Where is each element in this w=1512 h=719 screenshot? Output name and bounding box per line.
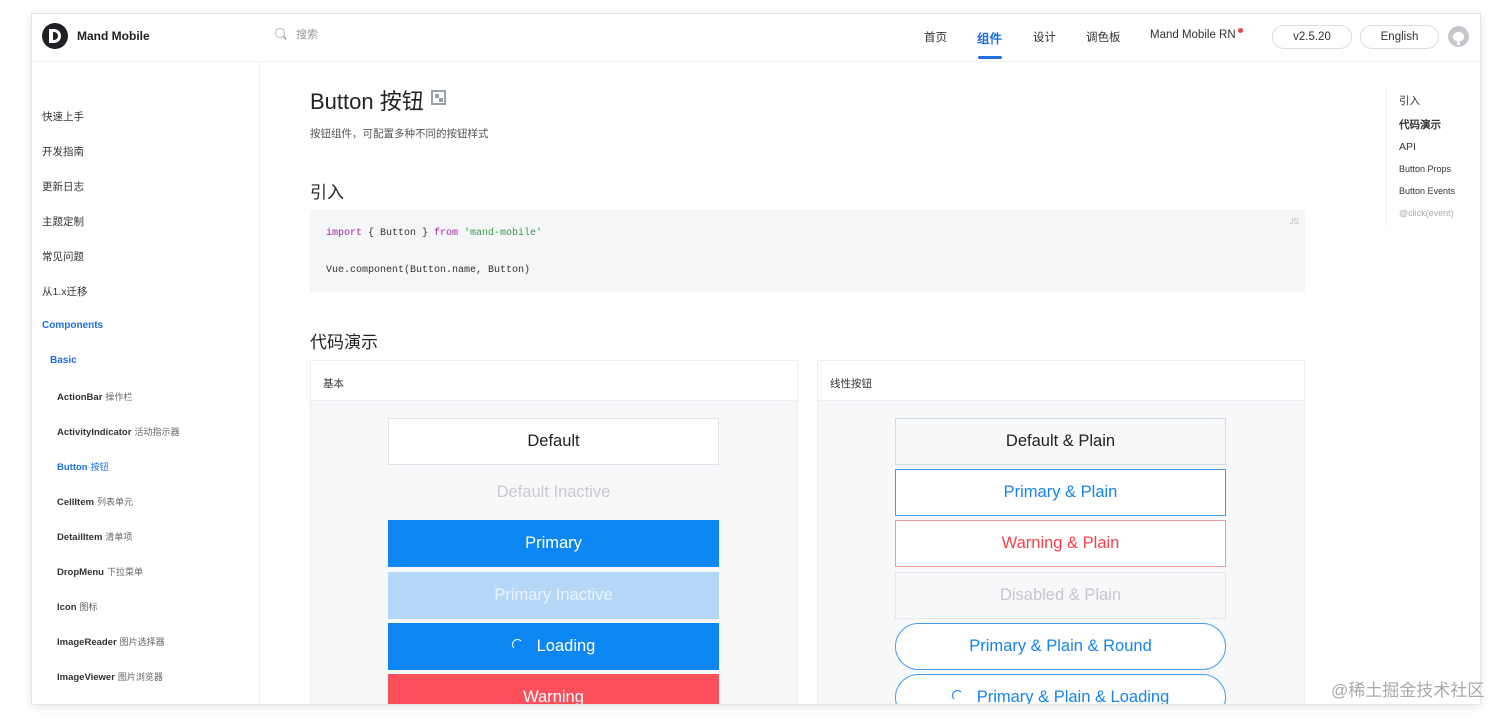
page-title: Button 按钮 (310, 89, 424, 114)
sidebar-item-imageviewer[interactable]: ImageViewer 图片浏览器 (57, 670, 163, 683)
button-label: Primary & Plain & Loading (976, 688, 1170, 704)
default-button[interactable]: Default (388, 418, 719, 465)
sidebar-group-components[interactable]: Components (42, 320, 103, 331)
sidebar-item-detailitem[interactable]: DetailItem 清单项 (57, 530, 132, 543)
toc-item-button-events[interactable]: Button Events (1399, 186, 1455, 196)
sidebar-item-button[interactable]: Button 按钮 (57, 460, 109, 473)
default-inactive-button: Default Inactive (388, 469, 719, 516)
sidebar-item-dropmenu[interactable]: DropMenu 下拉菜单 (57, 565, 143, 578)
loading-spinner-icon (511, 639, 523, 650)
demo-heading: 代码演示 (310, 333, 378, 352)
button-label: Loading (536, 637, 596, 655)
code-keyword: from (434, 228, 459, 239)
nav-active-indicator (978, 56, 1002, 59)
table-of-contents: 引入 代码演示 API Button Props Button Events @… (1386, 87, 1480, 227)
primary-inactive-button: Primary Inactive (388, 572, 719, 619)
version-selector[interactable]: v2.5.20 (1272, 25, 1352, 49)
component-name: ActionBar (57, 392, 103, 403)
app-window: Mand Mobile 首页 组件 设计 调色板 Mand Mobile RN … (32, 14, 1480, 704)
nav-design[interactable]: 设计 (1033, 29, 1056, 45)
sidebar-item-dev-guide[interactable]: 开发指南 (42, 144, 84, 159)
component-cn-name: 按钮 (90, 462, 109, 472)
primary-button[interactable]: Primary (388, 520, 719, 567)
demo-card-plain: 线性按钮 Default & Plain Primary & Plain War… (817, 360, 1305, 704)
toc-item-click-event[interactable]: @click(event) (1399, 208, 1454, 218)
import-heading: 引入 (310, 183, 344, 202)
sidebar-item-imagereader[interactable]: ImageReader 图片选择器 (57, 635, 165, 648)
page-description: 按钮组件，可配置多种不同的按钮样式 (310, 128, 489, 140)
code-block: JS import { Button } from 'mand-mobile' … (310, 210, 1305, 292)
demo-card-title: 线性按钮 (830, 378, 872, 390)
sidebar-item-migration[interactable]: 从1.x迁移 (42, 284, 88, 299)
search-input[interactable] (296, 26, 456, 44)
component-cn-name: 列表单元 (96, 497, 133, 507)
disabled-plain-button: Disabled & Plain (895, 572, 1226, 619)
sidebar-item-icon[interactable]: Icon 图标 (57, 600, 98, 613)
sidebar-item-actionbar[interactable]: ActionBar 操作栏 (57, 390, 132, 403)
sidebar-subgroup-basic[interactable]: Basic (50, 355, 77, 366)
sidebar-item-quick-start[interactable]: 快速上手 (42, 109, 84, 124)
component-cn-name: 活动指示器 (134, 427, 180, 437)
component-name: Button (57, 462, 88, 473)
component-name: DropMenu (57, 567, 104, 578)
component-name: DetailItem (57, 532, 103, 543)
nav-components[interactable]: 组件 (977, 28, 1002, 47)
primary-plain-button[interactable]: Primary & Plain (895, 469, 1226, 516)
nav-home[interactable]: 首页 (924, 29, 947, 45)
nav-palette[interactable]: 调色板 (1086, 29, 1121, 45)
sidebar-item-cellitem[interactable]: CellItem 列表单元 (57, 495, 133, 508)
language-switch[interactable]: English (1360, 25, 1439, 49)
code-text: { Button } (362, 228, 435, 239)
nav-mand-mobile-rn[interactable]: Mand Mobile RN (1150, 29, 1236, 41)
component-name: ImageViewer (57, 672, 115, 683)
sidebar-item-changelog[interactable]: 更新日志 (42, 179, 84, 194)
component-cn-name: 清单项 (105, 532, 133, 542)
new-badge-dot (1238, 28, 1243, 33)
demo-card-header: 线性按钮 (818, 361, 1304, 401)
sidebar-item-activityindicator[interactable]: ActivityIndicator 活动指示器 (57, 425, 179, 438)
code-keyword: import (326, 228, 363, 239)
component-cn-name: 图标 (79, 602, 98, 612)
primary-plain-loading-button[interactable]: Primary & Plain & Loading (895, 674, 1226, 704)
component-cn-name: 操作栏 (105, 392, 133, 402)
sidebar-item-theme[interactable]: 主题定制 (42, 214, 84, 229)
search-icon (275, 28, 285, 38)
sidebar-item-faq[interactable]: 常见问题 (42, 249, 84, 264)
component-name: Icon (57, 602, 77, 613)
mand-logo-icon[interactable] (42, 23, 68, 49)
toc-item-import[interactable]: 引入 (1399, 93, 1420, 108)
component-cn-name: 图片选择器 (119, 637, 165, 647)
brand-name[interactable]: Mand Mobile (77, 29, 150, 43)
toc-item-api[interactable]: API (1399, 141, 1416, 153)
github-icon[interactable] (1448, 26, 1469, 47)
component-name: CellItem (57, 497, 94, 508)
demo-card-header: 基本 (311, 361, 797, 401)
watermark: @稀土掘金技术社区 (1331, 681, 1485, 700)
toc-item-demo[interactable]: 代码演示 (1399, 117, 1441, 132)
top-header: Mand Mobile 首页 组件 设计 调色板 Mand Mobile RN … (32, 14, 1480, 62)
qr-code-icon[interactable] (431, 90, 446, 105)
component-name: ActivityIndicator (57, 427, 132, 438)
demo-card-basic: 基本 Default Default Inactive Primary Prim… (310, 360, 798, 704)
warning-button[interactable]: Warning (388, 674, 719, 704)
primary-plain-round-button[interactable]: Primary & Plain & Round (895, 623, 1226, 670)
loading-button[interactable]: Loading (388, 623, 719, 670)
warning-plain-button[interactable]: Warning & Plain (895, 520, 1226, 567)
code-string: 'mand-mobile' (458, 228, 543, 239)
sidebar: 快速上手 开发指南 更新日志 主题定制 常见问题 从1.x迁移 Componen… (32, 63, 260, 704)
component-cn-name: 下拉菜单 (106, 567, 143, 577)
code-line-register: Vue.component(Button.name, Button) (326, 265, 531, 276)
toc-item-button-props[interactable]: Button Props (1399, 164, 1451, 174)
component-name: ImageReader (57, 637, 117, 648)
loading-spinner-icon (951, 690, 963, 701)
default-plain-button[interactable]: Default & Plain (895, 418, 1226, 465)
code-line-import: import { Button } from 'mand-mobile' (326, 228, 542, 239)
demo-card-title: 基本 (323, 378, 344, 390)
code-language-label: JS (1289, 217, 1299, 226)
component-cn-name: 图片浏览器 (117, 672, 163, 682)
